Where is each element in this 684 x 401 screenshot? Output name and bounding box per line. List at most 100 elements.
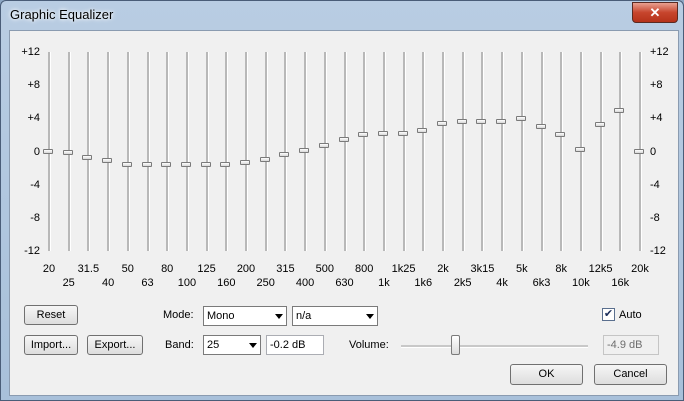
reset-button[interactable]: Reset	[24, 305, 78, 325]
band-frequency-label: 2k5	[453, 277, 472, 289]
band-frequency-label: 6k3	[532, 277, 551, 289]
band-slider-thumb-50[interactable]	[121, 161, 132, 167]
band-slider-thumb-250[interactable]	[259, 156, 270, 162]
title-bar[interactable]: Graphic Equalizer ✕	[1, 1, 683, 29]
band-slider-thumb-1k[interactable]	[377, 131, 388, 137]
band-slider-thumb-125[interactable]	[200, 161, 211, 167]
band-slider-thumb-200[interactable]	[240, 160, 250, 166]
band-label: Band:	[165, 339, 194, 351]
band-slider-track-63[interactable]	[146, 52, 150, 251]
band-slider-thumb-10k[interactable]	[574, 146, 585, 152]
band-gain-input[interactable]: -0.2 dB	[266, 335, 324, 355]
band-slider-thumb-3k15[interactable]	[476, 118, 487, 124]
db-scale-right-label: 0	[650, 145, 657, 158]
band-slider-track-500[interactable]	[323, 52, 327, 251]
band-frequency-label: 2k	[437, 263, 449, 275]
band-select[interactable]: 25	[203, 335, 261, 355]
band-frequency-label: 80	[161, 263, 174, 275]
band-frequency-label: 250	[256, 277, 275, 289]
db-scale-right-label: -4	[650, 178, 660, 191]
db-scale-right-label: +8	[650, 79, 663, 92]
chevron-down-icon	[275, 314, 283, 319]
auto-checkbox[interactable]: ✔	[602, 308, 615, 321]
band-slider-track-8k[interactable]	[560, 52, 564, 251]
band-slider-thumb-1k25[interactable]	[397, 131, 408, 137]
band-slider-track-1k6[interactable]	[422, 52, 426, 251]
band-slider-track-5k[interactable]	[520, 52, 524, 251]
db-scale-left-label: -8	[30, 211, 40, 224]
band-slider-thumb-12k5[interactable]	[594, 121, 605, 127]
db-scale-left-label: -12	[24, 245, 40, 257]
band-slider-track-16k[interactable]	[619, 52, 623, 251]
mode-select-value: Mono	[207, 310, 235, 322]
band-slider-thumb-2k[interactable]	[437, 121, 447, 127]
band-frequency-label: 630	[335, 277, 354, 289]
band-slider-thumb-630[interactable]	[338, 136, 349, 142]
band-slider-thumb-800[interactable]	[358, 131, 369, 137]
db-scale-left-label: +4	[27, 112, 40, 125]
import-button[interactable]: Import...	[24, 335, 78, 355]
band-slider-thumb-2k5[interactable]	[456, 118, 467, 124]
band-slider-thumb-6k3[interactable]	[535, 123, 546, 129]
band-slider-thumb-500[interactable]	[318, 142, 329, 148]
band-frequency-label: 315	[276, 263, 295, 275]
band-slider-thumb-25[interactable]	[62, 150, 73, 156]
mode-extra-select[interactable]: n/a	[292, 306, 378, 326]
db-scale-right-label: -12	[650, 245, 666, 257]
chevron-down-icon	[249, 343, 257, 348]
band-slider-track-50[interactable]	[126, 52, 130, 251]
band-slider-thumb-315[interactable]	[279, 151, 290, 157]
band-slider-thumb-160[interactable]	[220, 161, 231, 167]
band-slider-thumb-100[interactable]	[180, 161, 191, 167]
band-slider-thumb-8k[interactable]	[555, 131, 566, 137]
band-slider-thumb-4k[interactable]	[496, 118, 507, 124]
band-slider-track-800[interactable]	[363, 52, 367, 251]
band-slider-track-6k3[interactable]	[540, 52, 544, 251]
band-slider-thumb-20[interactable]	[43, 148, 53, 154]
volume-slider-track[interactable]	[401, 345, 588, 348]
band-frequency-label: 8k	[555, 263, 567, 275]
band-slider-thumb-16k[interactable]	[614, 107, 625, 113]
cancel-button[interactable]: Cancel	[594, 364, 667, 385]
ok-button[interactable]: OK	[510, 364, 583, 385]
band-slider-thumb-400[interactable]	[299, 147, 310, 153]
band-frequency-label: 500	[315, 263, 334, 275]
band-slider-track-2k[interactable]	[442, 52, 445, 251]
band-slider-track-3k15[interactable]	[481, 52, 485, 251]
band-slider-track-4k[interactable]	[501, 52, 505, 251]
band-slider-track-31.5[interactable]	[87, 52, 91, 251]
auto-label[interactable]: Auto	[619, 309, 642, 321]
volume-slider-thumb[interactable]	[451, 335, 461, 355]
band-slider-thumb-80[interactable]	[161, 161, 172, 167]
band-frequency-label: 20k	[631, 263, 649, 275]
band-slider-track-80[interactable]	[166, 52, 170, 251]
band-slider-track-160[interactable]	[225, 52, 229, 251]
band-slider-thumb-5k[interactable]	[515, 116, 526, 122]
band-slider-thumb-1k6[interactable]	[417, 127, 428, 133]
mode-select[interactable]: Mono	[203, 306, 287, 326]
close-button[interactable]: ✕	[632, 2, 678, 23]
band-slider-thumb-31.5[interactable]	[82, 155, 93, 161]
volume-value-field: -4.9 dB	[603, 335, 659, 355]
band-slider-track-1k[interactable]	[382, 52, 386, 251]
export-button[interactable]: Export...	[87, 335, 143, 355]
band-slider-track-100[interactable]	[185, 52, 189, 251]
db-scale-left-label: +8	[27, 79, 40, 92]
band-frequency-label: 40	[101, 277, 115, 289]
band-slider-track-200[interactable]	[245, 52, 248, 251]
band-slider-track-630[interactable]	[343, 52, 347, 251]
band-slider-thumb-20k[interactable]	[634, 148, 644, 154]
band-frequency-label: 1k	[378, 277, 390, 289]
band-slider-track-125[interactable]	[205, 52, 209, 251]
band-frequency-label: 5k	[515, 263, 528, 275]
band-slider-track-250[interactable]	[264, 52, 268, 251]
band-slider-track-2k5[interactable]	[461, 52, 465, 251]
db-scale-right-label: -8	[650, 211, 660, 224]
band-slider-thumb-40[interactable]	[102, 157, 113, 163]
band-slider-track-12k5[interactable]	[599, 52, 603, 251]
band-slider-thumb-63[interactable]	[141, 161, 152, 167]
band-slider-track-40[interactable]	[107, 52, 111, 251]
band-frequency-label: 1k25	[391, 263, 416, 275]
band-frequency-label: 400	[295, 277, 315, 289]
band-slider-track-1k25[interactable]	[402, 52, 406, 251]
